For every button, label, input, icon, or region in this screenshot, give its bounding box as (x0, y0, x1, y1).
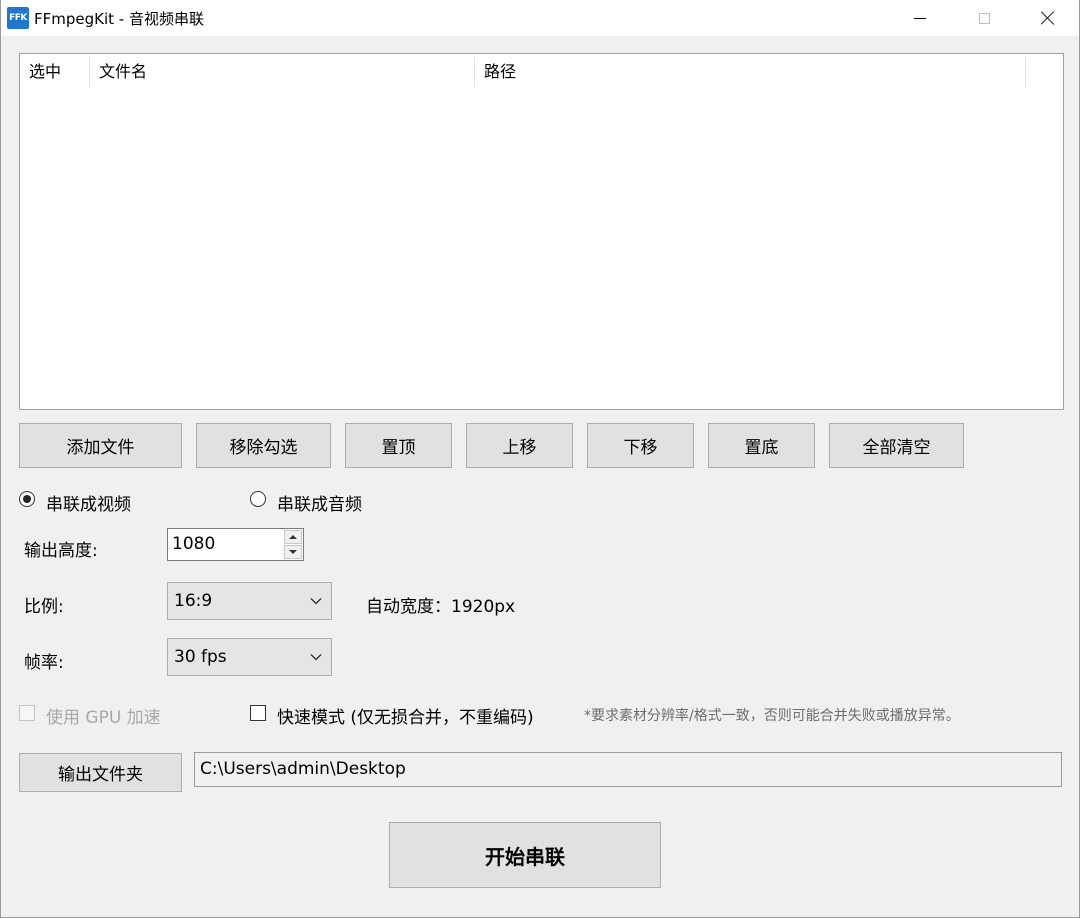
app-window: FFK FFmpegKit - 音视频串联 选中 文件名 路径 添加文件 移除勾… (0, 0, 1080, 918)
column-header-selected[interactable]: 选中 (20, 54, 90, 88)
column-divider[interactable] (1025, 57, 1026, 87)
fast-mode-label[interactable]: 快速模式 (仅无损合并，不重编码) (277, 703, 534, 728)
audio-mode-radio[interactable] (250, 491, 266, 507)
move-down-button[interactable]: 下移 (587, 423, 694, 468)
app-icon: FFK (7, 7, 29, 29)
ratio-label: 比例: (24, 597, 64, 617)
column-header-filename[interactable]: 文件名 (90, 54, 475, 88)
height-stepper[interactable]: 1080 (167, 528, 304, 561)
gpu-label: 使用 GPU 加速 (46, 708, 161, 728)
close-button[interactable] (1025, 0, 1071, 36)
fps-select[interactable]: 30 fps (167, 638, 332, 676)
fast-mode-note: *要求素材分辨率/格式一致，否则可能合并失败或播放异常。 (584, 708, 960, 724)
start-concat-button[interactable]: 开始串联 (389, 822, 661, 888)
gpu-checkbox (19, 705, 35, 721)
column-header-path[interactable]: 路径 (475, 54, 1025, 88)
fps-value: 30 fps (174, 647, 227, 667)
add-file-button[interactable]: 添加文件 (19, 423, 182, 468)
output-folder-button[interactable]: 输出文件夹 (19, 753, 182, 792)
file-list[interactable]: 选中 文件名 路径 (19, 53, 1064, 410)
stepper-up-button[interactable] (284, 530, 302, 544)
fast-mode-checkbox[interactable] (250, 705, 266, 721)
list-header: 选中 文件名 路径 (20, 54, 1063, 88)
maximize-icon (978, 12, 990, 24)
auto-width-text: 自动宽度：1920px (366, 597, 516, 617)
move-to-top-button[interactable]: 置顶 (345, 423, 452, 468)
video-mode-label[interactable]: 串联成视频 (46, 490, 131, 515)
output-path-field[interactable]: C:\Users\admin\Desktop (194, 752, 1062, 787)
minimize-icon (914, 17, 926, 19)
minimize-button[interactable] (897, 0, 943, 36)
ratio-value: 16:9 (174, 591, 213, 611)
chevron-down-icon (309, 650, 323, 664)
height-label: 输出高度: (24, 541, 98, 561)
stepper-down-button[interactable] (284, 545, 302, 559)
stepper-buttons (284, 530, 302, 559)
title-bar: FFK FFmpegKit - 音视频串联 (1, 0, 1079, 36)
video-mode-radio[interactable] (19, 491, 35, 507)
clear-all-button[interactable]: 全部清空 (829, 423, 964, 468)
ratio-select[interactable]: 16:9 (167, 582, 332, 620)
up-arrow-icon (289, 535, 297, 539)
window-title: FFmpegKit - 音视频串联 (34, 10, 204, 28)
chevron-down-icon (309, 594, 323, 608)
down-arrow-icon (289, 550, 297, 554)
move-to-bottom-button[interactable]: 置底 (708, 423, 815, 468)
maximize-button[interactable] (961, 0, 1007, 36)
height-value[interactable]: 1080 (172, 534, 215, 554)
fps-label: 帧率: (24, 653, 64, 673)
move-up-button[interactable]: 上移 (466, 423, 573, 468)
audio-mode-label[interactable]: 串联成音频 (277, 490, 362, 515)
close-icon (1041, 11, 1055, 25)
output-path-value: C:\Users\admin\Desktop (200, 759, 406, 779)
remove-checked-button[interactable]: 移除勾选 (196, 423, 331, 468)
